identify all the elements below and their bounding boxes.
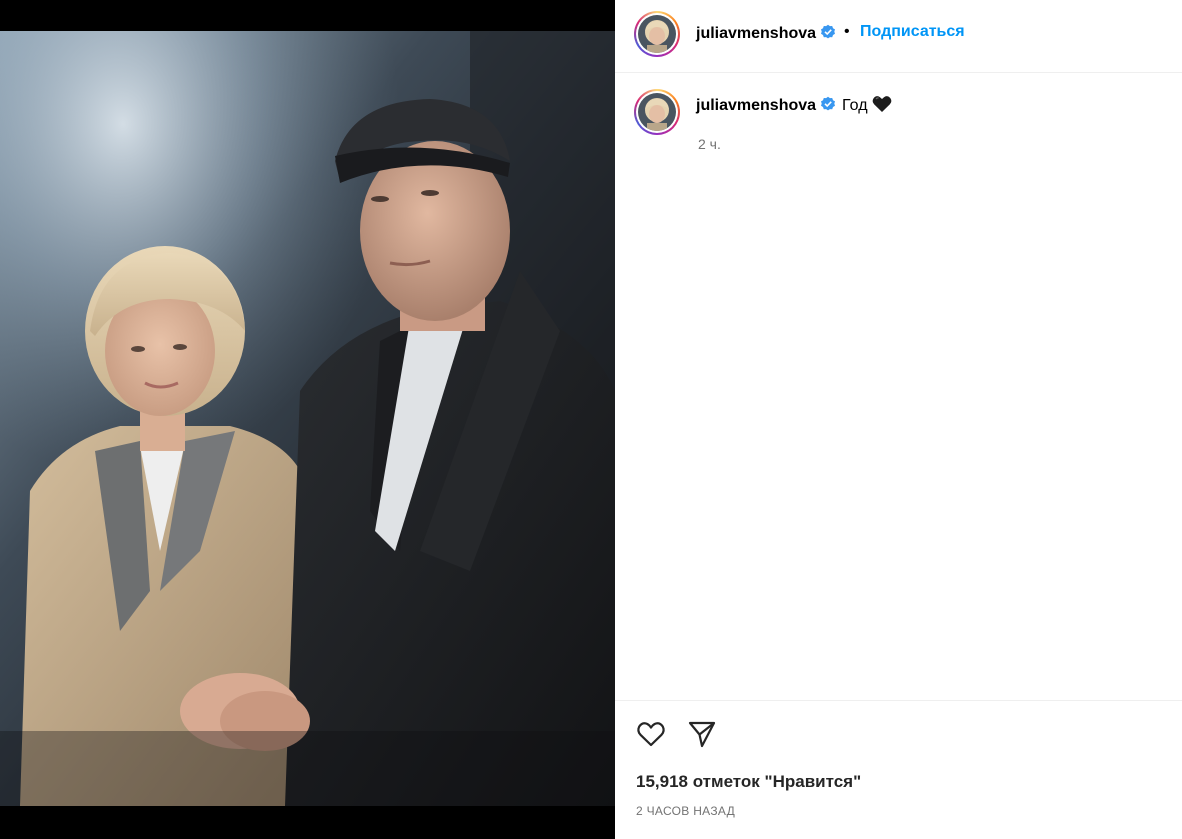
separator-dot: • (844, 23, 850, 40)
post-footer: 15,918 отметок "Нравится" 2 ЧАСОВ НАЗАД (615, 700, 1182, 839)
verified-badge-icon (821, 96, 836, 111)
like-button[interactable] (634, 717, 668, 751)
post-header: juliavmenshova • Подписаться (615, 0, 1182, 73)
follow-button[interactable]: Подписаться (860, 23, 965, 41)
black-heart-icon (872, 96, 891, 112)
header-username[interactable]: juliavmenshova (696, 24, 836, 43)
post-info: juliavmenshova • Подписаться juliavmensh… (615, 0, 1182, 839)
caption-line: juliavmenshova Год (696, 95, 892, 115)
share-button[interactable] (685, 717, 719, 751)
caption-text: Год (842, 97, 868, 114)
avatar[interactable] (634, 11, 680, 57)
caption-timestamp[interactable]: 2 ч. (698, 136, 721, 152)
paper-plane-icon (688, 721, 716, 748)
caption-avatar[interactable] (634, 89, 680, 135)
caption-avatar-image (638, 93, 676, 131)
caption-username[interactable]: juliavmenshova (696, 97, 816, 114)
verified-badge-icon (821, 24, 836, 39)
instagram-post: juliavmenshova • Подписаться juliavmensh… (0, 0, 1182, 839)
likes-count[interactable]: 15,918 отметок "Нравится" (636, 772, 861, 792)
post-photo[interactable] (0, 31, 615, 806)
post-timestamp[interactable]: 2 ЧАСОВ НАЗАД (636, 804, 735, 818)
heart-outline-icon (637, 722, 665, 747)
post-media (0, 0, 615, 839)
avatar-image (638, 15, 676, 53)
